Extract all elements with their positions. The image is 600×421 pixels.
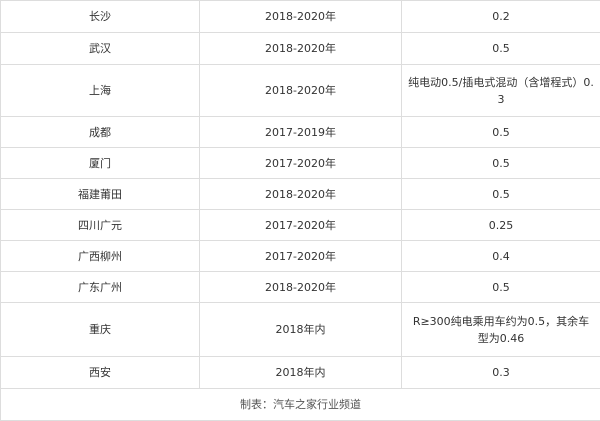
city-cell: 西安 [1, 357, 200, 389]
city-cell: 上海 [1, 65, 200, 117]
period-cell: 2017-2020年 [200, 210, 402, 241]
table-row: 武汉 2018-2020年 0.5 [1, 33, 600, 65]
table-row: 上海 2018-2020年 纯电动0.5/插电式混动（含增程式）0.3 [1, 65, 600, 117]
value-cell: 0.5 [402, 33, 600, 65]
period-cell: 2018-2020年 [200, 272, 402, 303]
city-cell: 广东广州 [1, 272, 200, 303]
value-cell: 0.3 [402, 357, 600, 389]
table-row: 成都 2017-2019年 0.5 [1, 117, 600, 148]
value-cell: 0.5 [402, 148, 600, 179]
city-cell: 武汉 [1, 33, 200, 65]
value-cell: 0.5 [402, 272, 600, 303]
value-cell: 纯电动0.5/插电式混动（含增程式）0.3 [402, 65, 600, 117]
value-cell: 0.4 [402, 241, 600, 272]
city-cell: 厦门 [1, 148, 200, 179]
city-cell: 成都 [1, 117, 200, 148]
caption-row: 制表：汽车之家行业频道 [1, 389, 600, 421]
value-cell: R≥300纯电乘用车约为0.5，其余车型为0.46 [402, 303, 600, 357]
period-cell: 2018-2020年 [200, 1, 402, 33]
value-cell: 0.5 [402, 117, 600, 148]
table-row: 福建莆田 2018-2020年 0.5 [1, 179, 600, 210]
value-cell: 0.5 [402, 179, 600, 210]
period-cell: 2018年内 [200, 357, 402, 389]
period-cell: 2018-2020年 [200, 33, 402, 65]
period-cell: 2018年内 [200, 303, 402, 357]
period-cell: 2017-2019年 [200, 117, 402, 148]
table-row: 厦门 2017-2020年 0.5 [1, 148, 600, 179]
city-cell: 广西柳州 [1, 241, 200, 272]
value-cell: 0.2 [402, 1, 600, 33]
period-cell: 2018-2020年 [200, 65, 402, 117]
city-cell: 长沙 [1, 1, 200, 33]
table-caption: 制表：汽车之家行业频道 [1, 389, 600, 421]
table-row: 广西柳州 2017-2020年 0.4 [1, 241, 600, 272]
table-row: 西安 2018年内 0.3 [1, 357, 600, 389]
table-row: 重庆 2018年内 R≥300纯电乘用车约为0.5，其余车型为0.46 [1, 303, 600, 357]
period-cell: 2018-2020年 [200, 179, 402, 210]
city-cell: 重庆 [1, 303, 200, 357]
table-row: 四川广元 2017-2020年 0.25 [1, 210, 600, 241]
value-cell: 0.25 [402, 210, 600, 241]
table-row: 长沙 2018-2020年 0.2 [1, 1, 600, 33]
city-cell: 福建莆田 [1, 179, 200, 210]
period-cell: 2017-2020年 [200, 148, 402, 179]
table-row: 广东广州 2018-2020年 0.5 [1, 272, 600, 303]
period-cell: 2017-2020年 [200, 241, 402, 272]
city-cell: 四川广元 [1, 210, 200, 241]
subsidy-table: 长沙 2018-2020年 0.2 武汉 2018-2020年 0.5 上海 2… [0, 0, 600, 421]
